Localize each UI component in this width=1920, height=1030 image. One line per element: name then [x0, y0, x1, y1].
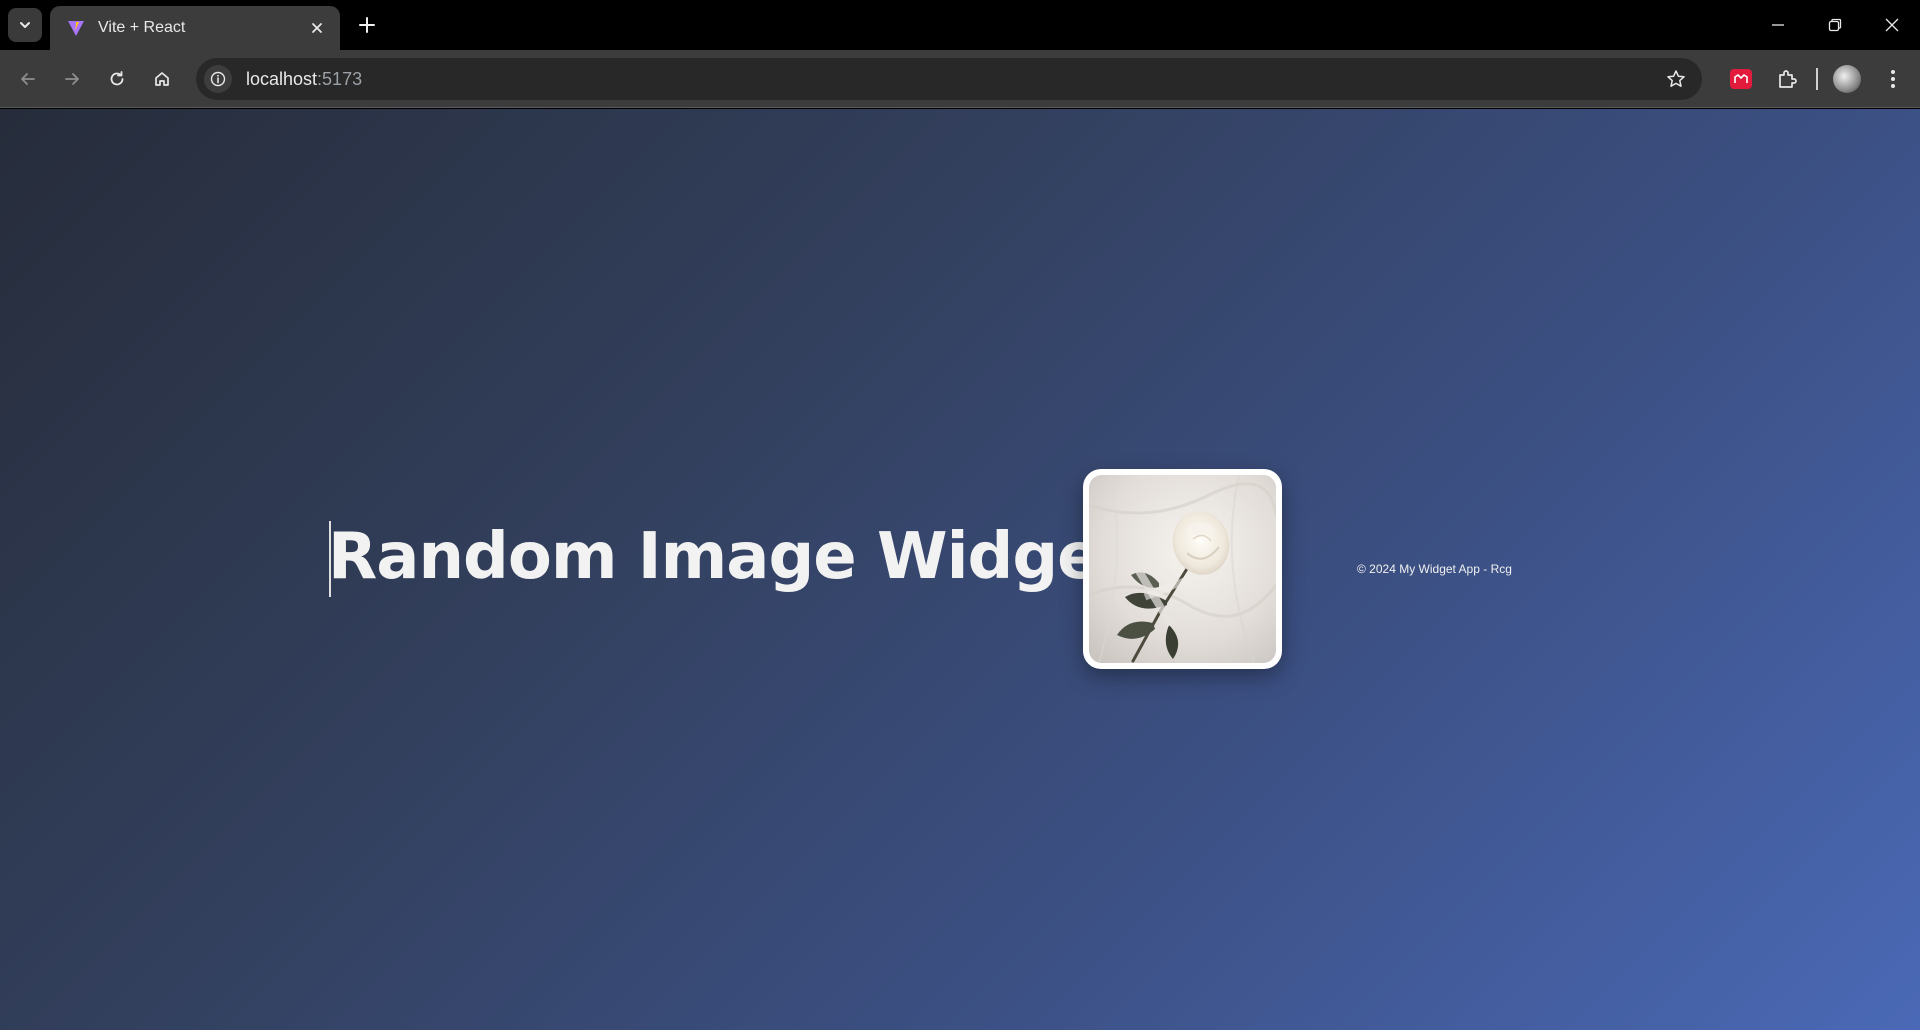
random-image [1089, 475, 1276, 663]
profile-button[interactable] [1830, 62, 1864, 96]
home-icon [155, 72, 169, 86]
extensions-area [1712, 62, 1910, 96]
tab-title: Vite + React [98, 19, 186, 36]
browser-tab[interactable]: Vite + React [50, 6, 340, 50]
browser-toolbar: localhost:5173 [0, 50, 1920, 108]
bookmark-button[interactable] [1664, 67, 1688, 91]
avatar [1833, 65, 1861, 93]
reload-button[interactable] [100, 62, 134, 96]
info-icon [210, 71, 226, 87]
address-bar[interactable]: localhost:5173 [196, 58, 1702, 100]
close-icon [1885, 18, 1898, 32]
site-info-button[interactable] [204, 65, 232, 93]
window-controls [1749, 0, 1920, 50]
footer-copyright: © 2024 My Widget App - Rcg [1357, 562, 1512, 576]
back-button[interactable] [11, 62, 45, 96]
forward-button[interactable] [55, 62, 89, 96]
restore-button[interactable] [1806, 0, 1863, 50]
browser-menu-button[interactable] [1876, 62, 1910, 96]
new-tab-button[interactable] [352, 10, 382, 40]
minimize-button[interactable] [1749, 0, 1806, 50]
url-text[interactable]: localhost:5173 [246, 69, 362, 90]
arrow-right-icon [65, 73, 79, 85]
vite-icon [68, 21, 84, 36]
plus-icon [359, 17, 375, 33]
tab-search-button[interactable] [8, 8, 42, 42]
close-window-button[interactable] [1863, 0, 1920, 50]
chevron-down-icon [20, 22, 30, 28]
rose-image [1089, 475, 1276, 663]
browser-tab-strip: Vite + React [0, 0, 1920, 50]
extensions-menu-button[interactable] [1770, 62, 1804, 96]
close-icon[interactable] [306, 17, 328, 39]
extension-icon [1730, 69, 1752, 89]
page-title: Random Image Widget [328, 520, 1130, 594]
puzzle-icon [1779, 70, 1797, 88]
url-port: :5173 [317, 68, 363, 89]
random-image-card[interactable] [1083, 469, 1282, 669]
toolbar-divider [1816, 68, 1818, 90]
minimize-icon [1771, 24, 1784, 26]
extension-button[interactable] [1724, 62, 1758, 96]
url-host: localhost [246, 68, 318, 89]
star-icon [1667, 70, 1685, 87]
kebab-menu-icon [1891, 70, 1895, 88]
arrow-left-icon [21, 73, 35, 85]
restore-icon [1828, 18, 1841, 32]
home-button[interactable] [145, 62, 179, 96]
reload-icon [110, 71, 124, 86]
